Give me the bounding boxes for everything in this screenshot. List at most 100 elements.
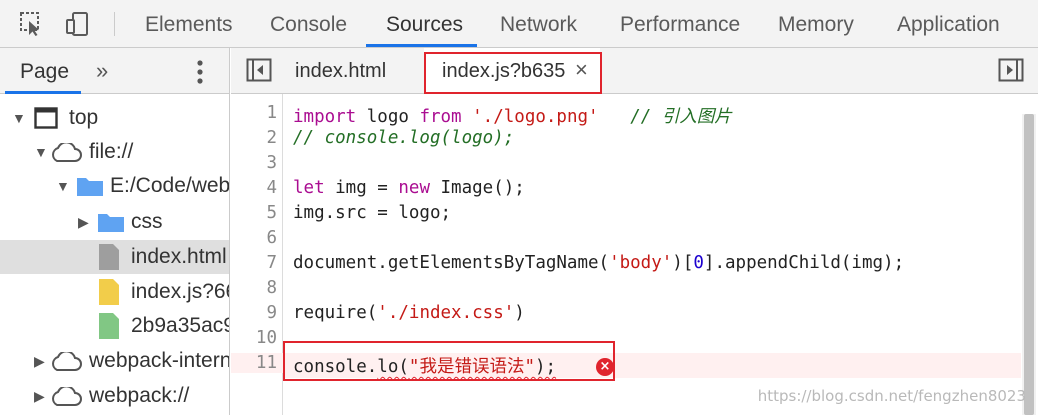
- image-file-icon: [99, 313, 119, 339]
- code-text: )[: [672, 253, 694, 273]
- toggle-debugger-icon[interactable]: [998, 58, 1024, 82]
- more-tabs-icon[interactable]: »: [96, 48, 108, 94]
- vertical-scrollbar[interactable]: [1022, 114, 1036, 415]
- line-number: 7: [266, 253, 277, 273]
- source-editor: index.html index.js?b635 × 1 2 3 4 5 6 7…: [231, 48, 1038, 415]
- line-number: 5: [266, 203, 277, 223]
- keyword: new: [398, 178, 430, 198]
- tree-item-css[interactable]: ▶ css: [0, 205, 229, 239]
- code-line-5: img.src = logo;: [293, 203, 452, 223]
- tab-elements[interactable]: Elements: [145, 0, 233, 48]
- tree-item-label: top: [69, 106, 99, 129]
- code-line-2: // console.log(logo);: [293, 128, 514, 148]
- cloud-icon: [52, 352, 82, 371]
- number: 0: [693, 253, 704, 273]
- tree-item-folder-root[interactable]: ▼ E:/Code/web: [0, 169, 229, 203]
- code-line-7: document.getElementsByTagName('body')[0]…: [293, 253, 904, 273]
- tab-page[interactable]: Page: [20, 48, 69, 96]
- string: 'body': [609, 253, 673, 273]
- line-number: 4: [266, 178, 277, 198]
- code-line-4: let img = new Image();: [293, 178, 525, 198]
- scrollbar-thumb[interactable]: [1024, 114, 1034, 415]
- tree-item-label: index.html: [131, 245, 227, 268]
- highlight-box-tab: [424, 52, 602, 94]
- tree-item-label: webpack-intern: [89, 349, 229, 372]
- comment: // 引入图片: [630, 107, 732, 127]
- collapsed-arrow-icon[interactable]: ▶: [34, 379, 45, 413]
- keyword: let: [293, 178, 325, 198]
- folder-icon: [98, 214, 124, 232]
- tree-item-label: E:/Code/web: [110, 174, 229, 197]
- comment: // console.log(logo);: [293, 128, 515, 148]
- navigator-header: Page »: [0, 48, 229, 94]
- tree-item-webpack-internal[interactable]: ▶ webpack-intern: [0, 344, 229, 378]
- code-text: ].appendChild(img);: [703, 253, 905, 273]
- code-line-1: import logo from './logo.png' // 引入图片: [293, 103, 732, 128]
- kebab-menu-icon[interactable]: [196, 59, 204, 85]
- keyword: import: [293, 107, 357, 127]
- toggle-navigator-icon[interactable]: [246, 58, 272, 82]
- line-number: 10: [255, 328, 277, 348]
- watermark: https://blog.csdn.net/fengzhen8023: [757, 387, 1026, 405]
- expanded-arrow-icon[interactable]: ▼: [34, 135, 48, 169]
- toolbar-separator: [114, 12, 115, 36]
- line-number: 3: [266, 153, 277, 173]
- tab-memory[interactable]: Memory: [778, 0, 854, 48]
- inspect-element-icon[interactable]: [18, 10, 46, 38]
- tab-application[interactable]: Application: [897, 0, 1000, 48]
- identifier: logo: [356, 107, 420, 127]
- code-text: ): [514, 303, 525, 323]
- string: './logo.png': [472, 107, 599, 127]
- line-number: 6: [266, 228, 277, 248]
- tree-item-top[interactable]: ▼ top: [0, 101, 229, 135]
- code-line-9: require('./index.css'): [293, 303, 525, 323]
- js-file-icon: [99, 279, 119, 305]
- editor-tab-index-html[interactable]: index.html: [295, 48, 386, 94]
- cloud-icon: [52, 143, 82, 162]
- cloud-icon: [52, 387, 82, 406]
- tree-item-label: 2b9a35ac9: [131, 314, 229, 337]
- line-number-gutter: 1 2 3 4 5 6 7 8 9 10 11: [231, 94, 283, 415]
- expanded-arrow-icon[interactable]: ▼: [12, 101, 26, 135]
- editor-tab-bar: index.html index.js?b635 ×: [231, 48, 1038, 94]
- frame-icon: [34, 107, 58, 129]
- line-number: 9: [266, 303, 277, 323]
- tree-item-label: webpack://: [89, 384, 190, 407]
- active-tab-indicator: [366, 44, 477, 47]
- tree-item-label: css: [131, 210, 163, 233]
- tree-item-label: file://: [89, 140, 134, 163]
- expanded-arrow-icon[interactable]: ▼: [56, 169, 70, 203]
- line-number: 1: [266, 103, 277, 123]
- tree-item-image[interactable]: 2b9a35ac9: [0, 309, 229, 343]
- tab-sources[interactable]: Sources: [386, 0, 463, 48]
- tab-performance[interactable]: Performance: [620, 0, 740, 48]
- navigator-sidebar: Page » ▼ top ▼ file:// ▼ E:/Code/web ▶ c…: [0, 48, 230, 415]
- code-text: img =: [324, 178, 399, 198]
- code-text: require(: [293, 303, 378, 323]
- tree-item-label: index.js?66: [131, 280, 229, 303]
- line-number: 11: [231, 353, 283, 373]
- tree-item-index-html[interactable]: index.html: [0, 240, 229, 274]
- line-number: 8: [266, 278, 277, 298]
- keyword: from: [419, 107, 462, 127]
- tree-item-webpack[interactable]: ▶ webpack://: [0, 379, 229, 413]
- devtools-toolbar: Elements Console Sources Network Perform…: [0, 0, 1038, 48]
- collapsed-arrow-icon[interactable]: ▶: [34, 344, 45, 378]
- string: './index.css': [377, 303, 515, 323]
- code-text: document.getElementsByTagName(: [293, 253, 610, 273]
- tab-network[interactable]: Network: [500, 0, 577, 48]
- page-tab-indicator: [5, 91, 81, 94]
- collapsed-arrow-icon[interactable]: ▶: [78, 205, 89, 239]
- device-toolbar-icon[interactable]: [64, 10, 92, 38]
- file-icon: [99, 244, 119, 270]
- tab-console[interactable]: Console: [270, 0, 347, 48]
- line-number: 2: [266, 128, 277, 148]
- folder-icon: [77, 178, 103, 196]
- code-text: Image();: [429, 178, 525, 198]
- code-area[interactable]: import logo from './logo.png' // 引入图片 //…: [283, 94, 1023, 415]
- highlight-box-error-line: [283, 341, 615, 381]
- tree-item-file-origin[interactable]: ▼ file://: [0, 135, 229, 169]
- tree-item-index-js[interactable]: index.js?66: [0, 275, 229, 309]
